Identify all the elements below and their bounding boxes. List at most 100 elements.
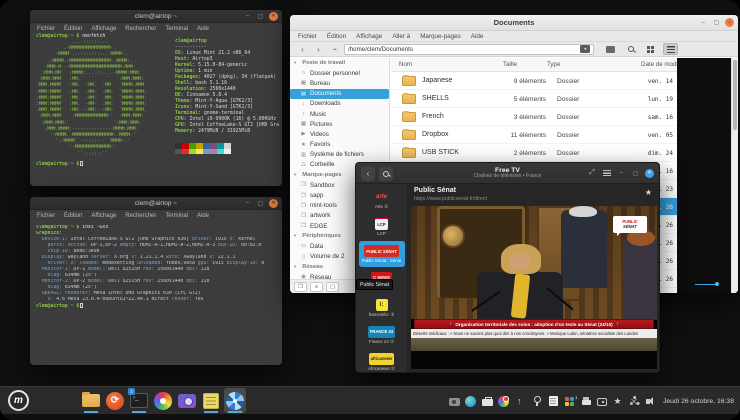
column-header-type[interactable]: Type — [547, 61, 560, 68]
path-field[interactable]: /home/clem/Documents ◂ — [344, 44, 594, 55]
menu-item[interactable]: Fichier — [37, 26, 55, 32]
sidebar-toggle-button[interactable]: ▢ — [326, 282, 339, 292]
mint-menu-button[interactable] — [8, 390, 29, 411]
sidebar-item[interactable]: ▤Documents — [290, 89, 389, 99]
maximize-button[interactable]: ▢ — [712, 18, 721, 27]
menu-item[interactable]: Affichage — [91, 213, 116, 219]
channel-item[interactable]: arte Arte ② — [359, 187, 405, 213]
location-toggle-icon[interactable]: ◂ — [580, 45, 590, 53]
sidebar-item[interactable]: ▩Pictures — [290, 119, 389, 129]
sidebar-item[interactable]: ↓Downloads — [290, 99, 389, 109]
star-icon[interactable] — [613, 396, 624, 407]
back-button[interactable]: ‹ — [296, 44, 309, 55]
up-button[interactable]: › — [328, 44, 341, 55]
terminal-content[interactable]: clem@airtop ~ $ neofetch ...-:::::-... .… — [30, 35, 282, 186]
menu-item[interactable]: Terminal — [165, 26, 188, 32]
minimize-button[interactable]: – — [617, 169, 626, 178]
titlebar[interactable]: Documents – ▢ ✕ — [290, 15, 738, 31]
channel-item[interactable]: FRANCE 24 France 24 ② — [359, 322, 405, 348]
channel-item[interactable]: i: franceinfo: ③ — [359, 295, 405, 321]
clock[interactable]: Jeudi 26 octobre, 16:38 — [663, 398, 734, 405]
menu-item[interactable]: Aller à — [392, 33, 410, 40]
sidebar-item[interactable]: ★Favoris — [290, 140, 389, 150]
menu-item[interactable]: Édition — [64, 26, 82, 32]
menu-item[interactable]: Marque-pages — [420, 33, 461, 40]
back-button[interactable]: ‹ — [361, 167, 375, 181]
shapes-badge-icon[interactable]: 1 — [564, 396, 575, 407]
menu-item[interactable]: Édition — [64, 213, 82, 219]
taskbar-app-media-player[interactable] — [104, 388, 126, 413]
minimize-button[interactable]: – — [699, 18, 708, 27]
zoom-slider-knob[interactable] — [715, 282, 719, 286]
sidebar-item[interactable]: Poste de travail — [290, 58, 389, 68]
color-wheel-icon[interactable] — [498, 396, 509, 407]
terminal-content[interactable]: clem@airtop ~ $ inxi -GxxGraphics: Devic… — [30, 222, 282, 365]
taskbar-app-free-tv[interactable] — [224, 388, 246, 413]
volume-icon[interactable] — [646, 396, 657, 407]
menu-item[interactable]: Édition — [327, 33, 346, 40]
search-button[interactable] — [623, 43, 638, 55]
fullscreen-icon[interactable]: ⤢ — [587, 168, 597, 178]
taskbar-app-screenshot-tool[interactable] — [176, 388, 198, 413]
sidebar-toggle-button[interactable]: ❒ — [294, 282, 307, 292]
grid-view-button[interactable] — [643, 43, 658, 55]
taskbar-app-terminal[interactable]: 2 — [128, 388, 150, 413]
forward-button[interactable]: › — [312, 44, 325, 55]
menu-item[interactable]: Rechercher — [125, 213, 156, 219]
favorite-star-icon[interactable]: ★ — [645, 188, 652, 197]
maximize-button[interactable]: ▢ — [631, 169, 640, 178]
menu-item[interactable]: Fichier — [298, 33, 317, 40]
search-button[interactable] — [379, 167, 393, 181]
sidebar-item[interactable]: ▦Bureau — [290, 78, 389, 88]
sidebar-item[interactable]: ⌂Dossier personnel — [290, 68, 389, 78]
taskbar-app-files[interactable] — [80, 388, 102, 413]
menu-item[interactable]: Terminal — [165, 213, 188, 219]
scrollbar-thumb[interactable] — [733, 60, 737, 130]
column-header-size[interactable]: Taille — [503, 61, 517, 68]
list-view-button[interactable] — [663, 43, 678, 55]
sidebar-item[interactable]: ♪Music — [290, 109, 389, 119]
sidebar-toggle-button[interactable]: ≡ — [310, 282, 323, 292]
titlebar[interactable]: ‹ Free TV Chaînes de télévision • France… — [356, 163, 659, 184]
globe-icon[interactable] — [465, 396, 476, 407]
menu-item[interactable]: Rechercher — [125, 26, 156, 32]
location-entry-button[interactable] — [603, 43, 618, 55]
column-header-name[interactable]: Nom — [399, 61, 412, 68]
display-icon[interactable] — [597, 398, 607, 406]
minimize-button[interactable]: – — [243, 12, 252, 21]
location-pin-icon[interactable] — [531, 396, 542, 407]
menu-item[interactable]: Aide — [197, 26, 209, 32]
channel-item[interactable]: PUBLIC SÉNAT Public Sénat : Sénat — [359, 241, 405, 267]
camera-icon[interactable] — [449, 398, 460, 406]
video-player[interactable]: PUBLIC SÉNAT ‹ Organisation territoriale… — [411, 206, 657, 369]
sidebar-item[interactable]: ▶Videos — [290, 129, 389, 139]
taskbar-app-notes[interactable] — [200, 388, 222, 413]
close-button[interactable]: ✕ — [269, 12, 278, 21]
titlebar[interactable]: clem@airtop ~ – ▢ ✕ — [30, 197, 282, 210]
minimize-button[interactable]: – — [243, 199, 252, 208]
menu-item[interactable]: Affichage — [356, 33, 382, 40]
printer-icon[interactable] — [581, 396, 592, 407]
sidebar-item[interactable]: ▥Système de fichiers — [290, 150, 389, 160]
channel-item[interactable]: LCP LCP — [359, 214, 405, 240]
close-button[interactable]: ✕ — [269, 199, 278, 208]
maximize-button[interactable]: ▢ — [256, 12, 265, 21]
briefcase-icon[interactable] — [482, 399, 493, 406]
channel-item[interactable]: africanews Africanews ② — [359, 349, 405, 372]
notes-tray-icon[interactable] — [549, 396, 558, 406]
taskbar-app-graphics-tool[interactable] — [152, 388, 174, 413]
menu-icon[interactable] — [602, 168, 612, 178]
up-arrow-icon[interactable] — [515, 396, 526, 407]
close-button[interactable]: ✕ — [645, 169, 654, 178]
titlebar[interactable]: clem@airtop ~ – ▢ ✕ — [30, 10, 282, 23]
menu-item[interactable]: Aide — [197, 213, 209, 219]
zoom-slider[interactable] — [695, 282, 719, 286]
menu-item[interactable]: Affichage — [91, 26, 116, 32]
scrollbar[interactable] — [731, 58, 738, 293]
menu-item[interactable]: Aide — [471, 33, 484, 40]
network-share-icon[interactable] — [629, 396, 640, 407]
menu-item[interactable]: Fichier — [37, 213, 55, 219]
close-button[interactable]: ✕ — [725, 18, 734, 27]
column-header-date[interactable]: Date de modif — [641, 61, 680, 68]
maximize-button[interactable]: ▢ — [256, 199, 265, 208]
